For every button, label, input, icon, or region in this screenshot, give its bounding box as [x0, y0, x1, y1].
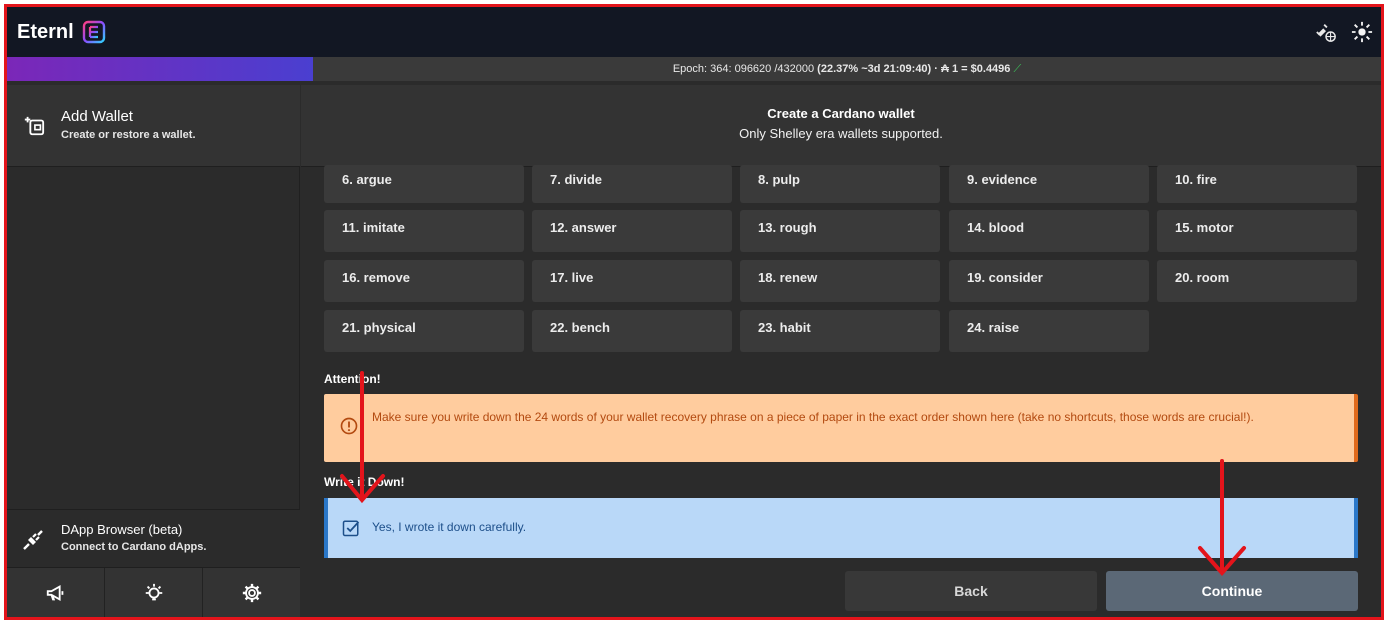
attention-banner: Make sure you write down the 24 words of…: [324, 394, 1358, 462]
main-header: Create a Cardano wallet Only Shelley era…: [301, 85, 1381, 167]
continue-button[interactable]: Continue: [1106, 571, 1358, 611]
warning-icon: [340, 417, 358, 435]
attention-heading: Attention!: [324, 372, 381, 386]
megaphone-icon: [46, 584, 63, 601]
sun-icon[interactable]: [1351, 21, 1373, 43]
word-tile: 11. imitate: [324, 210, 524, 252]
sidebar-footer: [7, 567, 300, 617]
trend-up-icon: ⟋: [1013, 63, 1022, 75]
word-tile: 15. motor: [1157, 210, 1357, 252]
word-tile: 8. pulp: [740, 165, 940, 203]
epoch-number: Epoch: 364: 096620 /432000: [672, 63, 818, 75]
plug-icon: [23, 530, 43, 550]
word-tile: 10. fire: [1157, 165, 1357, 203]
write-down-heading: Write it Down!: [324, 475, 405, 489]
add-wallet-title: Add Wallet: [61, 108, 133, 125]
app-name: Eternl: [17, 20, 74, 43]
word-tile: 14. blood: [949, 210, 1149, 252]
add-wallet-icon: [24, 116, 45, 136]
word-tile: 23. habit: [740, 310, 940, 352]
word-tile: 12. answer: [532, 210, 732, 252]
sidebar-item-dapp-browser[interactable]: DApp Browser (beta) Connect to Cardano d…: [7, 509, 300, 567]
ada-price: · ₳ 1 = $0.4496: [931, 63, 1011, 75]
page-title: Create a Cardano wallet: [767, 106, 915, 121]
word-tile: 17. live: [532, 260, 732, 302]
add-wallet-subtitle: Create or restore a wallet.: [61, 129, 196, 141]
sidebar: Add Wallet Create or restore a wallet. D…: [7, 85, 300, 617]
brand[interactable]: Eternl: [17, 20, 106, 44]
epoch-bar: Epoch: 364: 096620 /432000 (22.37% ~3d 2…: [7, 57, 1381, 81]
word-tile: 18. renew: [740, 260, 940, 302]
tips-button[interactable]: [105, 568, 203, 617]
gear-icon: [242, 583, 261, 602]
word-tile: 19. consider: [949, 260, 1149, 302]
word-tile: 22. bench: [532, 310, 732, 352]
dapp-browser-subtitle: Connect to Cardano dApps.: [61, 541, 207, 553]
word-tile: 20. room: [1157, 260, 1357, 302]
word-tile: 6. argue: [324, 165, 524, 203]
settings-button[interactable]: [203, 568, 300, 617]
checkbox-label[interactable]: Yes, I wrote it down carefully.: [372, 520, 526, 534]
page-subtitle: Only Shelley era wallets supported.: [739, 126, 943, 141]
eternl-logo-icon: [82, 20, 105, 44]
word-tile: 13. rough: [740, 210, 940, 252]
attention-message: Make sure you write down the 24 words of…: [372, 410, 1254, 424]
epoch-progress-fill: [7, 57, 313, 81]
word-tile: 9. evidence: [949, 165, 1149, 203]
word-tile: 21. physical: [324, 310, 524, 352]
announcements-button[interactable]: [7, 568, 105, 617]
checkbox-checked-icon[interactable]: [342, 519, 360, 537]
word-tile: 24. raise: [949, 310, 1149, 352]
network-status-icon[interactable]: [1315, 21, 1337, 43]
write-down-confirmation[interactable]: Yes, I wrote it down carefully.: [324, 498, 1358, 558]
dapp-browser-title: DApp Browser (beta): [61, 522, 183, 537]
word-tile: 7. divide: [532, 165, 732, 203]
sidebar-item-add-wallet[interactable]: Add Wallet Create or restore a wallet.: [7, 85, 300, 167]
word-tile: 16. remove: [324, 260, 524, 302]
epoch-progress-text: (22.37% ~3d 21:09:40): [817, 63, 932, 75]
top-bar: Eternl: [7, 7, 1381, 57]
back-button[interactable]: Back: [845, 571, 1097, 611]
app-window: Eternl Epoch: 364: 096620 /432000 (22.37…: [4, 4, 1384, 620]
lightbulb-icon: [145, 583, 162, 600]
epoch-info: Epoch: 364: 096620 /432000 (22.37% ~3d 2…: [313, 57, 1381, 81]
main-panel: Create a Cardano wallet Only Shelley era…: [301, 85, 1381, 617]
